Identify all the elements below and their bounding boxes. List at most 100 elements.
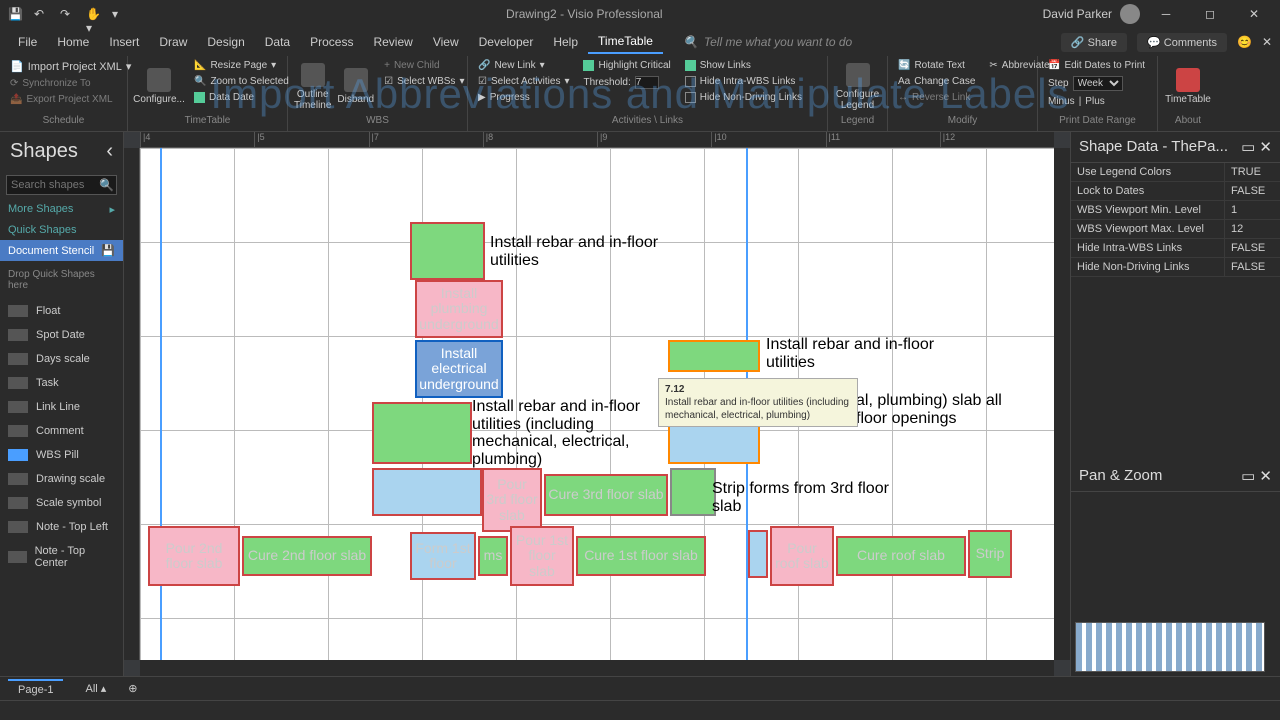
more-shapes-button[interactable]: More Shapes▸ xyxy=(0,199,123,220)
shape-comment[interactable]: Comment xyxy=(0,419,123,443)
task-block[interactable]: Form 1st floor xyxy=(410,532,476,580)
save-icon[interactable]: 💾 xyxy=(8,7,22,21)
select-wbs-button[interactable]: ☑ Select WBSs ▾ xyxy=(380,74,468,89)
timetable-about-button[interactable]: TimeTable xyxy=(1164,58,1212,115)
configure-button[interactable]: Configure... xyxy=(134,58,184,115)
hide-intra-toggle[interactable]: Hide Intra-WBS Links xyxy=(681,74,806,89)
prop-row[interactable]: Use Legend ColorsTRUE xyxy=(1071,163,1280,182)
task-block[interactable] xyxy=(410,222,485,280)
collapse-shapes-icon[interactable]: ‹ xyxy=(106,140,113,163)
add-page-icon[interactable]: ⊕ xyxy=(128,682,137,695)
tab-file[interactable]: File xyxy=(8,31,47,53)
tab-view[interactable]: View xyxy=(423,31,469,53)
task-block[interactable] xyxy=(670,468,716,516)
task-block[interactable] xyxy=(668,340,760,372)
share-button[interactable]: 🔗 Share xyxy=(1061,33,1127,52)
prop-row[interactable]: Hide Non-Driving LinksFALSE xyxy=(1071,258,1280,277)
shape-link-line[interactable]: Link Line xyxy=(0,395,123,419)
change-case-button[interactable]: Aa Change Case xyxy=(894,74,979,89)
data-date-button[interactable]: Data Date xyxy=(190,90,293,105)
comments-button[interactable]: 💬 Comments xyxy=(1137,33,1227,52)
task-block[interactable] xyxy=(372,402,472,464)
tab-process[interactable]: Process xyxy=(300,31,363,53)
tab-timetable[interactable]: TimeTable xyxy=(588,30,663,54)
shape-scale-symbol[interactable]: Scale symbol xyxy=(0,491,123,515)
touch-icon[interactable]: ✋▾ xyxy=(86,7,100,21)
prop-row[interactable]: Hide Intra-WBS LinksFALSE xyxy=(1071,239,1280,258)
outline-timeline-button[interactable]: Outline Timeline xyxy=(294,58,331,115)
avatar[interactable] xyxy=(1120,4,1140,24)
task-block[interactable]: Cure 2nd floor slab xyxy=(242,536,372,576)
task-block[interactable]: Strip xyxy=(968,530,1012,578)
task-block[interactable]: Pour 1st floor slab xyxy=(510,526,574,586)
undo-icon[interactable]: ↶ xyxy=(34,7,48,21)
shape-note-top-left[interactable]: Note - Top Left xyxy=(0,515,123,539)
new-link-button[interactable]: 🔗 New Link ▾ xyxy=(474,58,573,73)
user-name[interactable]: David Parker xyxy=(1043,7,1112,21)
redo-icon[interactable]: ↷ xyxy=(60,7,74,21)
tab-review[interactable]: Review xyxy=(363,31,422,53)
emoji-feedback-icon[interactable]: 😊 xyxy=(1237,35,1252,49)
task-block[interactable]: ms xyxy=(478,536,508,576)
scrollbar-horizontal[interactable] xyxy=(140,660,1054,676)
threshold-field[interactable]: Threshold: xyxy=(579,74,674,91)
drop-area[interactable]: Drop Quick Shapes here xyxy=(0,261,123,299)
qat-more-icon[interactable]: ▾ xyxy=(112,7,126,21)
import-xml-button[interactable]: 📄 Import Project XML ▾ xyxy=(6,58,135,75)
prop-row[interactable]: WBS Viewport Min. Level1 xyxy=(1071,201,1280,220)
tab-insert[interactable]: Insert xyxy=(99,31,149,53)
tab-help[interactable]: Help xyxy=(543,31,588,53)
configure-legend-button[interactable]: Configure Legend xyxy=(834,58,881,115)
task-block[interactable] xyxy=(748,530,768,578)
disband-button[interactable]: Disband xyxy=(337,58,374,115)
scrollbar-vertical[interactable] xyxy=(1054,148,1070,660)
shape-float[interactable]: Float xyxy=(0,299,123,323)
tab-design[interactable]: Design xyxy=(197,31,254,53)
zoom-selected-button[interactable]: 🔍 Zoom to Selected xyxy=(190,74,293,89)
page-tab[interactable]: Page-1 xyxy=(8,679,63,699)
maximize-icon[interactable]: ◻ xyxy=(1192,0,1228,28)
panel-pop-icon[interactable]: ▭ xyxy=(1241,468,1255,485)
shape-task[interactable]: Task xyxy=(0,371,123,395)
prop-row[interactable]: Lock to DatesFALSE xyxy=(1071,182,1280,201)
edit-dates-button[interactable]: 📅 Edit Dates to Print xyxy=(1044,58,1149,73)
hide-nondriving-toggle[interactable]: Hide Non-Driving Links xyxy=(681,90,806,105)
tab-draw[interactable]: Draw xyxy=(149,31,197,53)
shape-spot-date[interactable]: Spot Date xyxy=(0,323,123,347)
new-child-button[interactable]: + New Child xyxy=(380,58,468,73)
panel-close-icon[interactable]: ✕ xyxy=(1259,139,1272,156)
tab-home[interactable]: Home xyxy=(47,31,99,53)
show-links-toggle[interactable]: Show Links xyxy=(681,58,806,73)
rotate-text-button[interactable]: 🔄 Rotate Text xyxy=(894,58,979,73)
resize-page-button[interactable]: 📐 Resize Page ▾ xyxy=(190,58,293,73)
quick-shapes-button[interactable]: Quick Shapes xyxy=(0,220,123,240)
ribbon-close-icon[interactable]: ✕ xyxy=(1262,35,1272,49)
progress-button[interactable]: ▶ Progress xyxy=(474,90,573,105)
prop-row[interactable]: WBS Viewport Max. Level12 xyxy=(1071,220,1280,239)
task-block[interactable]: Pour 2nd floor slab xyxy=(148,526,240,586)
canvas[interactable]: |4|5|7|8|9|10|11|12 Install rebar and in… xyxy=(124,132,1070,676)
panel-close-icon[interactable]: ✕ xyxy=(1259,468,1272,485)
task-block[interactable]: Cure 1st floor slab xyxy=(576,536,706,576)
export-xml-button[interactable]: 📤 Export Project XML xyxy=(6,92,135,107)
search-icon[interactable]: 🔍 xyxy=(99,178,114,192)
tell-me-search[interactable]: 🔍 Tell me what you want to do xyxy=(683,35,852,49)
task-block[interactable]: Pour 3rd floor slab xyxy=(482,468,542,532)
task-block[interactable]: Install plumbing underground xyxy=(415,280,503,338)
shape-wbs-pill[interactable]: WBS Pill xyxy=(0,443,123,467)
all-tab[interactable]: All ▴ xyxy=(75,679,116,698)
document-stencil-tab[interactable]: Document Stencil💾 xyxy=(0,240,123,261)
task-block[interactable]: Cure roof slab xyxy=(836,536,966,576)
task-block[interactable]: Cure 3rd floor slab xyxy=(544,474,668,516)
select-activities-button[interactable]: ☑ Select Activities ▾ xyxy=(474,74,573,89)
shape-drawing-scale[interactable]: Drawing scale xyxy=(0,467,123,491)
synchronize-button[interactable]: ⟳ Synchronize To xyxy=(6,76,135,91)
minimize-icon[interactable]: ─ xyxy=(1148,0,1184,28)
minus-button[interactable]: Minus xyxy=(1048,96,1075,107)
task-block[interactable] xyxy=(372,468,482,516)
plus-button[interactable]: Plus xyxy=(1085,96,1104,107)
shape-days-scale[interactable]: Days scale xyxy=(0,347,123,371)
tab-data[interactable]: Data xyxy=(255,31,300,53)
panel-pop-icon[interactable]: ▭ xyxy=(1241,139,1255,156)
reverse-link-button[interactable]: ↔ Reverse Link xyxy=(894,90,979,105)
